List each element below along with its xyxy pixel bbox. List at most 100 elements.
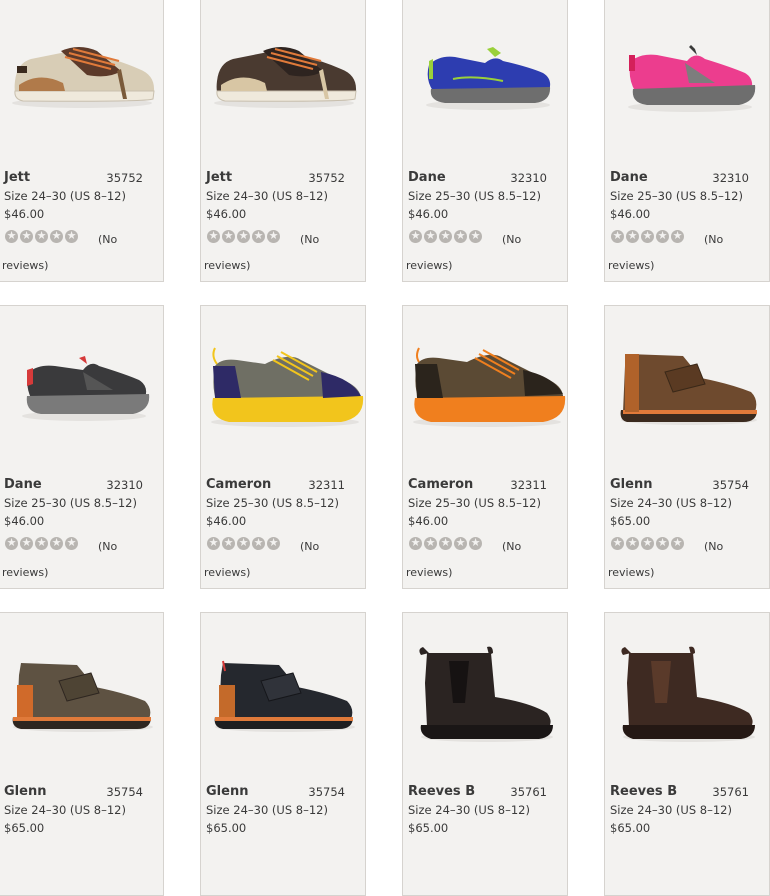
product-card[interactable]: Reeves B 35761 Size 24–30 (US 8–12) $65.… [402, 612, 568, 896]
reviews-link[interactable]: (No [704, 233, 723, 246]
product-size: Size 24–30 (US 8–12) [4, 189, 126, 203]
star-icon [65, 536, 78, 550]
star-icon [5, 536, 18, 550]
product-name[interactable]: Cameron [408, 477, 473, 492]
reviews-link[interactable]: reviews) [204, 259, 250, 272]
star-icon [409, 229, 422, 243]
product-card[interactable]: Dane 32310 Size 25–30 (US 8.5–12) $46.00… [402, 0, 568, 282]
product-name[interactable]: Glenn [610, 477, 652, 492]
sneaker-brown-icon[interactable] [201, 0, 366, 159]
rating-stars [409, 536, 482, 550]
product-sku: 35752 [106, 171, 143, 185]
star-icon [424, 229, 437, 243]
chelsea-brown-icon[interactable] [605, 613, 770, 773]
product-name[interactable]: Jett [206, 170, 232, 185]
star-icon [409, 536, 422, 550]
product-card[interactable]: Glenn 35754 Size 24–30 (US 8–12) $65.00 [0, 612, 164, 896]
product-name[interactable]: Reeves B [610, 784, 677, 799]
boot-velcro-brown-icon[interactable] [605, 306, 770, 466]
reviews-link[interactable]: (No [300, 233, 319, 246]
product-card[interactable]: Jett 35752 Size 24–30 (US 8–12) $46.00 (… [0, 0, 164, 282]
product-name[interactable]: Reeves B [408, 784, 475, 799]
star-icon [50, 229, 63, 243]
star-icon [439, 229, 452, 243]
product-name[interactable]: Cameron [206, 477, 271, 492]
product-size: Size 25–30 (US 8.5–12) [408, 496, 541, 510]
product-price: $46.00 [206, 514, 247, 528]
boot-velcro-black-icon[interactable] [201, 613, 366, 773]
product-size: Size 24–30 (US 8–12) [4, 803, 126, 817]
star-icon [222, 229, 235, 243]
slipon-pink-icon[interactable] [605, 0, 770, 159]
star-icon [626, 536, 639, 550]
reviews-link[interactable]: reviews) [406, 566, 452, 579]
boot-velcro-olive-icon[interactable] [0, 613, 164, 773]
rating-stars [207, 229, 280, 243]
product-size: Size 25–30 (US 8.5–12) [408, 189, 541, 203]
product-sku: 32310 [106, 478, 143, 492]
sneaker-tan-icon[interactable] [0, 0, 164, 159]
star-icon [207, 229, 220, 243]
product-sku: 35761 [510, 785, 547, 799]
product-card[interactable]: Cameron 32311 Size 25–30 (US 8.5–12) $46… [200, 305, 366, 589]
product-card[interactable]: Dane 32310 Size 25–30 (US 8.5–12) $46.00… [604, 0, 770, 282]
reviews-link[interactable]: (No [98, 540, 117, 553]
star-icon [222, 536, 235, 550]
product-price: $65.00 [4, 821, 45, 835]
star-icon [252, 229, 265, 243]
star-icon [267, 536, 280, 550]
product-sku: 35761 [712, 785, 749, 799]
reviews-link[interactable]: (No [502, 540, 521, 553]
star-icon [424, 536, 437, 550]
product-name[interactable]: Glenn [4, 784, 46, 799]
product-card[interactable]: Jett 35752 Size 24–30 (US 8–12) $46.00 (… [200, 0, 366, 282]
reviews-link[interactable]: reviews) [406, 259, 452, 272]
star-icon [454, 536, 467, 550]
star-icon [252, 536, 265, 550]
star-icon [207, 536, 220, 550]
star-icon [5, 229, 18, 243]
product-name[interactable]: Glenn [206, 784, 248, 799]
product-price: $65.00 [610, 821, 651, 835]
chelsea-black-icon[interactable] [403, 613, 568, 773]
slipon-black-icon[interactable] [0, 306, 164, 466]
star-icon [626, 229, 639, 243]
rating-stars [611, 536, 684, 550]
reviews-link[interactable]: reviews) [2, 566, 48, 579]
product-name[interactable]: Jett [4, 170, 30, 185]
product-size: Size 24–30 (US 8–12) [610, 496, 732, 510]
rating-stars [207, 536, 280, 550]
product-price: $46.00 [4, 514, 45, 528]
rating-stars [5, 536, 78, 550]
product-sku: 32311 [308, 478, 345, 492]
rating-stars [5, 229, 78, 243]
slipon-blue-icon[interactable] [403, 0, 568, 159]
hiker-brown-icon[interactable] [403, 306, 568, 466]
hiker-grey-icon[interactable] [201, 306, 366, 466]
star-icon [671, 229, 684, 243]
product-price: $46.00 [408, 514, 449, 528]
reviews-link[interactable]: (No [300, 540, 319, 553]
star-icon [35, 536, 48, 550]
product-name[interactable]: Dane [610, 170, 648, 185]
product-name[interactable]: Dane [408, 170, 446, 185]
product-price: $46.00 [4, 207, 45, 221]
reviews-link[interactable]: (No [98, 233, 117, 246]
product-sku: 32310 [510, 171, 547, 185]
reviews-link[interactable]: (No [502, 233, 521, 246]
product-card[interactable]: Cameron 32311 Size 25–30 (US 8.5–12) $46… [402, 305, 568, 589]
product-price: $65.00 [408, 821, 449, 835]
reviews-link[interactable]: (No [704, 540, 723, 553]
reviews-link[interactable]: reviews) [2, 259, 48, 272]
product-card[interactable]: Glenn 35754 Size 24–30 (US 8–12) $65.00 [200, 612, 366, 896]
product-card[interactable]: Glenn 35754 Size 24–30 (US 8–12) $65.00 … [604, 305, 770, 589]
product-size: Size 24–30 (US 8–12) [610, 803, 732, 817]
product-card[interactable]: Reeves B 35761 Size 24–30 (US 8–12) $65.… [604, 612, 770, 896]
product-name[interactable]: Dane [4, 477, 42, 492]
reviews-link[interactable]: reviews) [204, 566, 250, 579]
reviews-link[interactable]: reviews) [608, 259, 654, 272]
star-icon [267, 229, 280, 243]
product-card[interactable]: Dane 32310 Size 25–30 (US 8.5–12) $46.00… [0, 305, 164, 589]
reviews-link[interactable]: reviews) [608, 566, 654, 579]
rating-stars [409, 229, 482, 243]
